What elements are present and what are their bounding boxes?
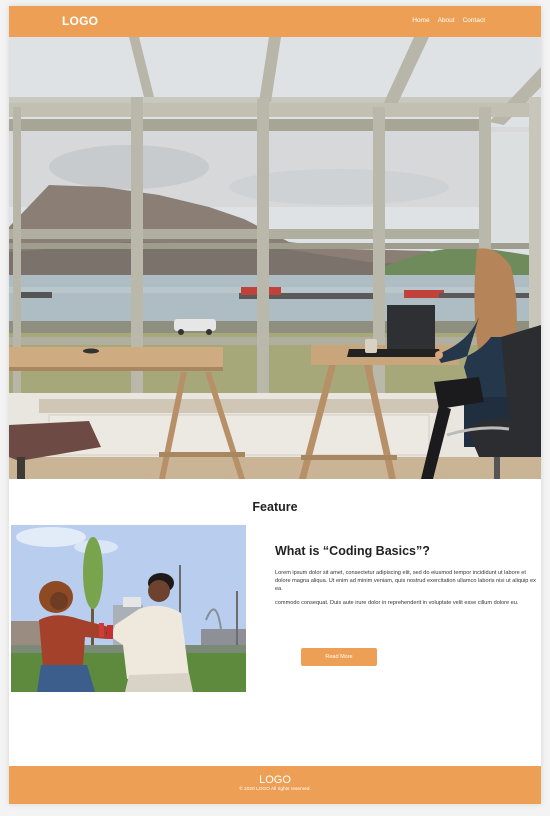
- nav-link-contact[interactable]: Contact: [463, 17, 485, 24]
- hero-image: [9, 37, 541, 479]
- footer-copyright: © 2020 LOGO All rights reserved.: [239, 787, 311, 792]
- footer-logo[interactable]: LOGO: [9, 774, 541, 786]
- main-nav: Home About Contact: [412, 17, 485, 24]
- feature-text-block: What is “Coding Basics”? Lorem ipsum dol…: [275, 544, 537, 615]
- feature-paragraph: Lorem ipsum dolor sit amet, consectetur …: [275, 570, 536, 592]
- nav-link-about[interactable]: About: [438, 17, 455, 24]
- header-logo[interactable]: LOGO: [62, 14, 98, 28]
- page: LOGO Home About Contact Feature What is …: [9, 6, 541, 804]
- feature-paragraph: commodo consequat. Duis aute irure dolor…: [275, 600, 519, 607]
- feature-image: [11, 525, 246, 692]
- nav-link-home[interactable]: Home: [412, 17, 429, 24]
- read-more-button[interactable]: Read More: [301, 648, 377, 666]
- feature-section-title: Feature: [252, 500, 298, 514]
- feature-heading: What is “Coding Basics”?: [275, 544, 430, 558]
- site-header: LOGO Home About Contact: [9, 6, 541, 37]
- site-footer: LOGO © 2020 LOGO All rights reserved.: [9, 766, 541, 804]
